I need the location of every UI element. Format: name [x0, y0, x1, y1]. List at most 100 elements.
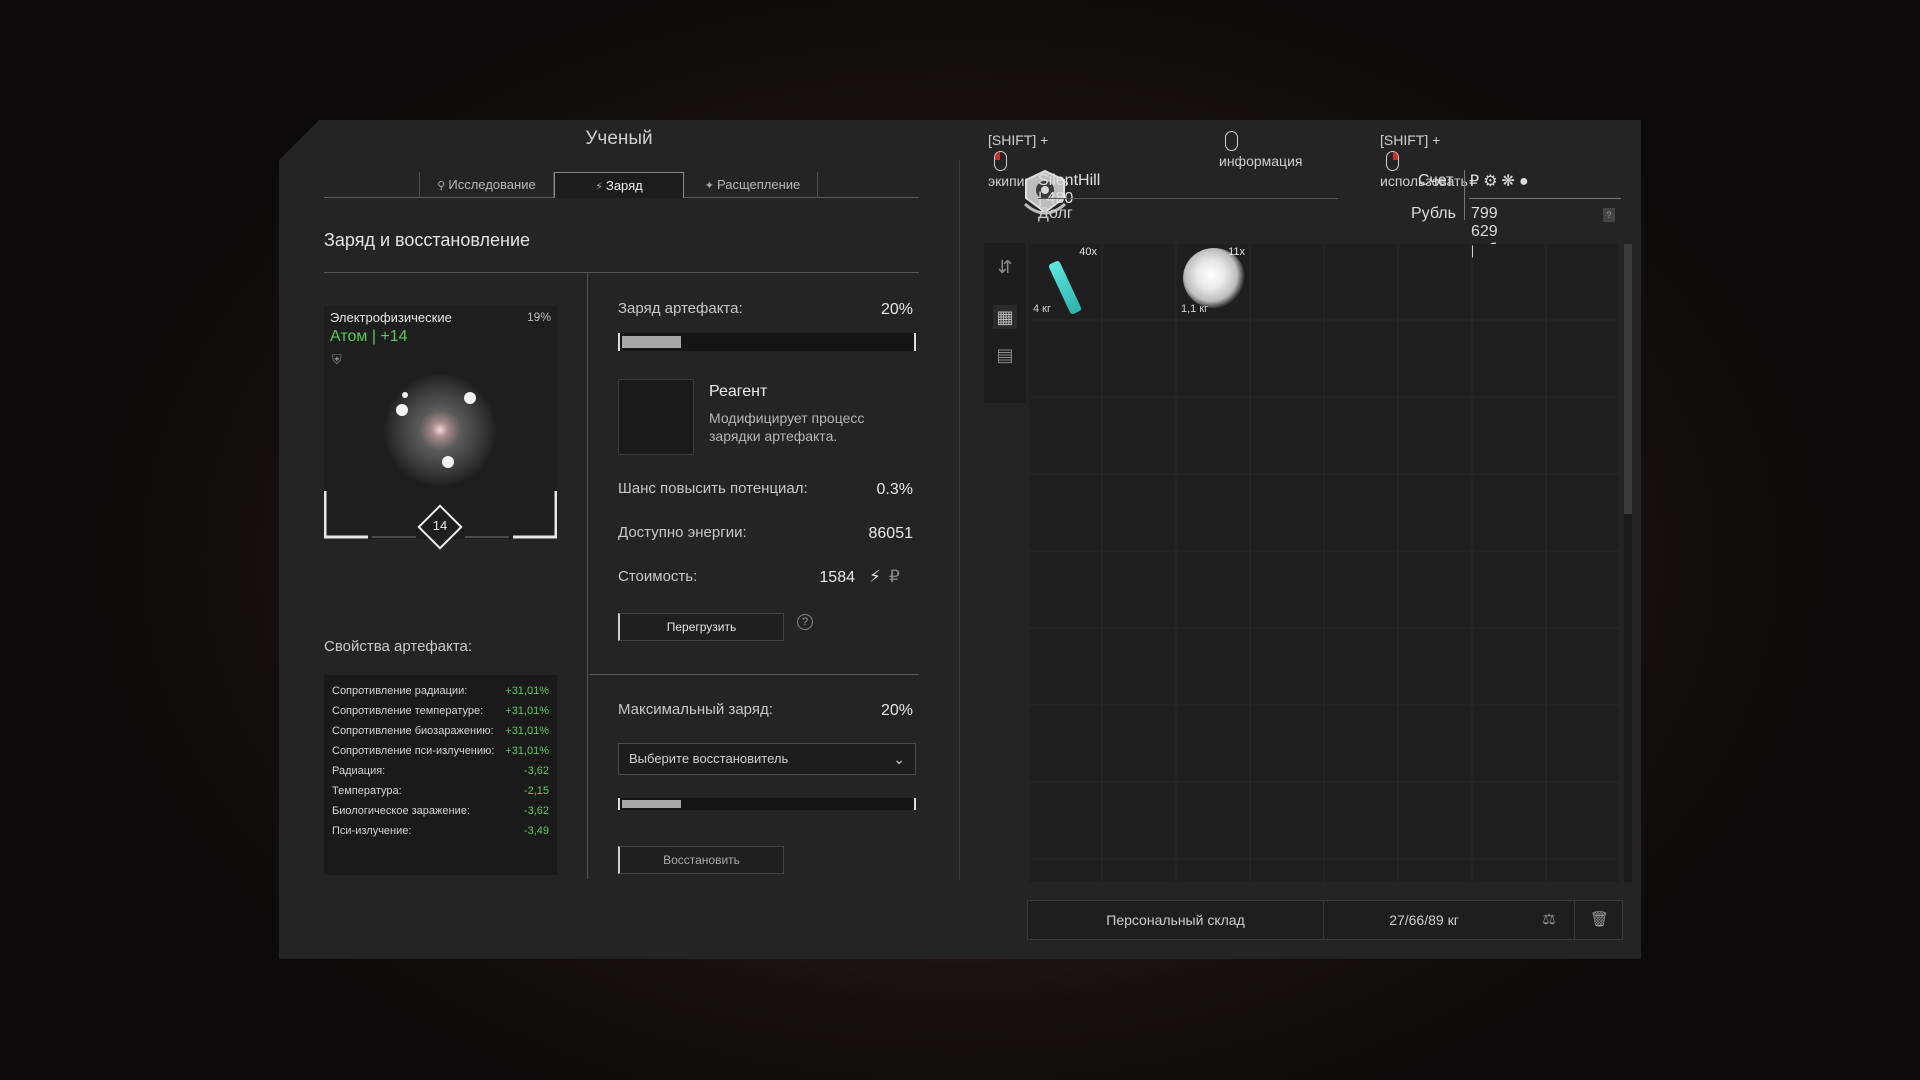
tab-research[interactable]: ⚲ Исследование	[420, 172, 554, 198]
inventory-cell[interactable]	[1547, 244, 1619, 319]
inventory-cell[interactable]	[1103, 860, 1175, 882]
inventory-cell[interactable]	[1251, 783, 1323, 858]
inventory-cell[interactable]	[1399, 398, 1471, 473]
inventory-cell[interactable]	[1103, 398, 1175, 473]
inventory-cell[interactable]	[1251, 398, 1323, 473]
inventory-cell[interactable]	[1325, 783, 1397, 858]
inventory-cell[interactable]	[1177, 860, 1249, 882]
inventory-cell[interactable]	[1177, 398, 1249, 473]
inventory-cell[interactable]	[1473, 398, 1545, 473]
overload-button[interactable]: Перегрузить	[618, 613, 784, 641]
tab-empty-right[interactable]	[818, 172, 919, 198]
inventory-cell[interactable]	[1177, 706, 1249, 781]
personal-storage-button[interactable]: Персональный склад	[1028, 901, 1324, 939]
inventory-cell[interactable]	[1251, 860, 1323, 882]
inventory-cell[interactable]	[1177, 783, 1249, 858]
inventory-cell[interactable]	[1325, 244, 1397, 319]
inventory-cell[interactable]	[1547, 475, 1619, 550]
coin-icon[interactable]: ●	[1519, 173, 1533, 190]
inventory-cell[interactable]	[1473, 321, 1545, 396]
trash-icon[interactable]: 🗑	[1574, 901, 1624, 939]
inventory-cell[interactable]	[1103, 475, 1175, 550]
inventory-cell[interactable]	[1251, 321, 1323, 396]
inventory-cell[interactable]	[1103, 629, 1175, 704]
cog-icon[interactable]: ❋	[1502, 173, 1519, 190]
inventory-item-tube[interactable]: 40x 4 кг	[1029, 244, 1101, 319]
artifact-card[interactable]: Электрофизические 19% Атом | +14 ⛨ 14	[324, 306, 557, 550]
inventory-cell[interactable]	[1399, 629, 1471, 704]
inventory-cell[interactable]	[1547, 860, 1619, 882]
inventory-cell[interactable]	[1325, 475, 1397, 550]
grid-view-icon[interactable]: ▦	[993, 305, 1017, 329]
inventory-cell[interactable]	[1103, 552, 1175, 627]
inventory-cell[interactable]	[1473, 244, 1545, 319]
inventory-cell[interactable]	[1399, 321, 1471, 396]
scrollbar-thumb[interactable]	[1624, 244, 1632, 514]
inventory-cell[interactable]	[1399, 706, 1471, 781]
tab-charge[interactable]: ⚡ Заряд	[554, 172, 684, 198]
inventory-cell[interactable]	[1103, 321, 1175, 396]
inventory-cell[interactable]	[1029, 706, 1101, 781]
ruble-icon[interactable]: ₽	[1469, 173, 1483, 190]
inventory-cell[interactable]	[1473, 552, 1545, 627]
inventory-cell[interactable]	[1029, 321, 1101, 396]
inventory-cell[interactable]	[1547, 552, 1619, 627]
inventory-cell[interactable]	[1547, 706, 1619, 781]
restorer-select[interactable]: Выберите восстановитель ⌄	[618, 743, 916, 775]
inventory-cell[interactable]	[1399, 475, 1471, 550]
inventory-cell[interactable]	[1103, 244, 1175, 319]
restore-button[interactable]: Восстановить	[618, 846, 784, 874]
inventory-cell[interactable]	[1177, 475, 1249, 550]
inventory-cell[interactable]	[1547, 783, 1619, 858]
inventory-cell[interactable]	[1547, 629, 1619, 704]
inventory-cell[interactable]	[1473, 860, 1545, 882]
inventory-cell[interactable]	[1547, 398, 1619, 473]
inventory-cell[interactable]	[1325, 552, 1397, 627]
inventory-cell[interactable]	[1325, 321, 1397, 396]
inventory-cell[interactable]	[1029, 860, 1101, 882]
inventory-cell[interactable]	[1103, 783, 1175, 858]
section-divider	[324, 272, 919, 273]
inventory-cell[interactable]	[1251, 475, 1323, 550]
inventory-cell[interactable]	[1399, 552, 1471, 627]
inventory-cell[interactable]	[1029, 552, 1101, 627]
cost-value: 1584	[819, 569, 855, 586]
inventory-cell[interactable]	[1177, 629, 1249, 704]
charge-bar	[618, 333, 916, 351]
gear-icon[interactable]: ⚙	[1483, 173, 1501, 190]
inventory-cell[interactable]	[1325, 706, 1397, 781]
inventory-cell[interactable]	[1399, 244, 1471, 319]
inventory-cell[interactable]	[1029, 629, 1101, 704]
archive-icon[interactable]: ▤	[993, 343, 1017, 367]
inventory-cell[interactable]	[1399, 860, 1471, 882]
sort-icon[interactable]: ⇵	[993, 255, 1017, 279]
inventory-cell[interactable]	[1029, 783, 1101, 858]
inventory-cell[interactable]	[1177, 552, 1249, 627]
inventory-cell[interactable]	[1251, 706, 1323, 781]
inventory-cell[interactable]	[1547, 321, 1619, 396]
inventory-cell[interactable]	[1473, 706, 1545, 781]
inventory-cell[interactable]	[1399, 783, 1471, 858]
inventory-cell[interactable]	[1473, 475, 1545, 550]
currency-selector[interactable]: ₽⚙❋●	[1469, 171, 1533, 191]
info-icon[interactable]: ?	[1603, 208, 1615, 222]
inventory-cell[interactable]	[1473, 629, 1545, 704]
inventory-cell[interactable]	[1251, 552, 1323, 627]
tab-empty-left[interactable]	[324, 172, 420, 198]
inventory-cell[interactable]	[1251, 244, 1323, 319]
inventory-cell[interactable]	[1325, 860, 1397, 882]
reagent-slot[interactable]	[618, 379, 694, 455]
inventory-cell[interactable]	[1029, 398, 1101, 473]
inventory-cell[interactable]	[1251, 629, 1323, 704]
tab-split[interactable]: ✦ Расщепление	[688, 172, 818, 198]
inventory-cell[interactable]	[1177, 321, 1249, 396]
inventory-cell[interactable]	[1325, 629, 1397, 704]
inventory-cell[interactable]	[1325, 398, 1397, 473]
inventory-scrollbar[interactable]	[1624, 244, 1632, 882]
help-icon[interactable]: ?	[797, 614, 813, 630]
inventory-cell[interactable]	[1473, 783, 1545, 858]
inventory-cell[interactable]	[1103, 706, 1175, 781]
inventory-cell[interactable]	[1029, 475, 1101, 550]
chance-value: 0.3%	[876, 481, 913, 498]
inventory-item-cloud[interactable]: 11x 1,1 кг	[1177, 244, 1249, 319]
